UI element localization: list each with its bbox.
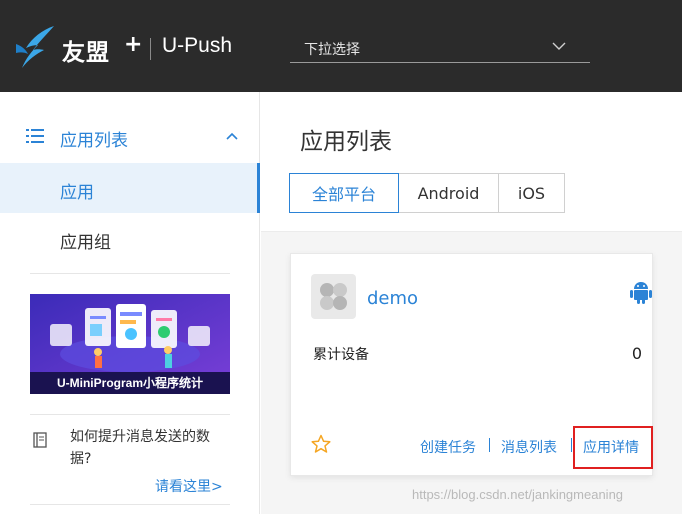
- android-icon: [630, 282, 652, 304]
- top-header: 友盟 + U-Push 下拉选择: [0, 0, 682, 92]
- sidebar-section-app-list[interactable]: 应用列表: [0, 114, 260, 160]
- brand-name: 友盟: [62, 40, 110, 66]
- list-icon: [26, 129, 44, 143]
- chevron-down-icon: [552, 42, 566, 50]
- umeng-bird-icon[interactable]: [14, 24, 56, 70]
- sidebar-item-label: 应用: [60, 183, 94, 203]
- banner-caption: U-MiniProgram小程序统计: [30, 372, 230, 394]
- highlight-box: [573, 426, 653, 469]
- app-card: demo 累计设备 0 创建任务 消息列表 应用详情: [290, 253, 653, 476]
- sidebar-item-label: 应用组: [60, 233, 111, 253]
- sidebar: 应用列表 应用 应用组 U-MiniProgram小程序统计 如何提升消息发送的…: [0, 92, 260, 514]
- brand-divider: [150, 38, 151, 60]
- app-select-dropdown[interactable]: 下拉选择: [290, 36, 590, 63]
- promo-banner[interactable]: U-MiniProgram小程序统计: [30, 294, 230, 394]
- stat-label: 累计设备: [313, 347, 369, 363]
- star-icon[interactable]: [311, 434, 331, 454]
- tab-ios[interactable]: iOS: [498, 173, 565, 213]
- action-separator: [571, 438, 572, 452]
- divider: [30, 414, 230, 415]
- stat-value: 0: [631, 344, 642, 363]
- main-header: 应用列表 全部平台 Android iOS: [261, 92, 682, 232]
- sidebar-item-app[interactable]: 应用: [0, 163, 260, 213]
- platform-tabs: 全部平台 Android iOS: [289, 173, 565, 213]
- message-list-link[interactable]: 消息列表: [501, 437, 557, 457]
- app-name-link[interactable]: demo: [367, 288, 418, 309]
- sidebar-section-label: 应用列表: [60, 131, 128, 151]
- main-content: 应用列表 全部平台 Android iOS demo 累计设备 0 创建任务 消…: [261, 92, 682, 514]
- tab-all-platforms[interactable]: 全部平台: [289, 173, 399, 213]
- divider: [30, 273, 230, 274]
- product-name: U-Push: [162, 34, 233, 57]
- create-task-link[interactable]: 创建任务: [420, 437, 476, 457]
- sidebar-item-app-group[interactable]: 应用组: [0, 213, 260, 263]
- app-icon: [311, 274, 356, 319]
- divider: [30, 504, 230, 505]
- brand-plus: +: [124, 32, 143, 57]
- action-separator: [489, 438, 490, 452]
- page-title: 应用列表: [300, 129, 392, 155]
- tip-link[interactable]: 请看这里>: [155, 476, 223, 496]
- tab-android[interactable]: Android: [398, 173, 499, 213]
- watermark: https://blog.csdn.net/jankingmeaning: [412, 487, 624, 502]
- tip-text: 如何提升消息发送的数据?: [70, 429, 210, 467]
- book-icon: [33, 432, 47, 448]
- chevron-up-icon: [226, 132, 238, 140]
- app-select-placeholder: 下拉选择: [304, 42, 360, 58]
